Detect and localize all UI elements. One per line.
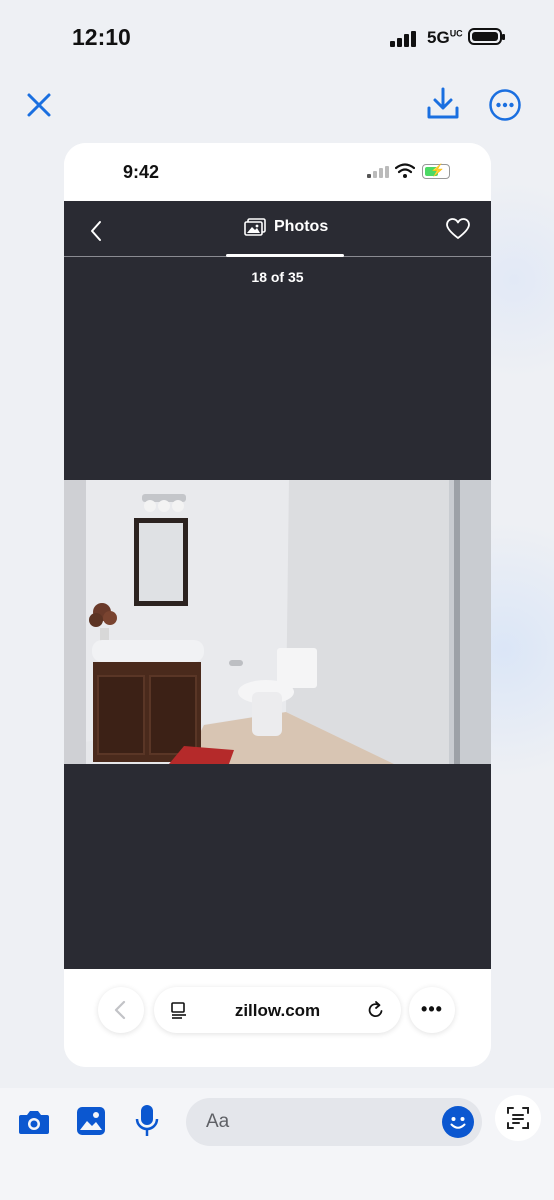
heart-icon[interactable]	[446, 218, 470, 240]
chevron-left-icon[interactable]	[88, 219, 104, 243]
browser-back-button[interactable]	[98, 987, 144, 1033]
more-icon[interactable]	[488, 88, 522, 122]
download-icon[interactable]	[424, 86, 462, 122]
tab-photos[interactable]: Photos	[244, 218, 328, 236]
gallery-icon[interactable]	[76, 1106, 106, 1136]
url-text: zillow.com	[234, 1001, 321, 1020]
reload-icon[interactable]	[366, 1000, 386, 1020]
signal-icon	[390, 31, 416, 47]
inner-status-time: 9:42	[123, 162, 160, 182]
network-label: 5GUC	[427, 28, 463, 47]
battery-icon	[468, 28, 505, 45]
status-bar: 12:10 5GUC	[0, 0, 554, 70]
active-tab-indicator	[226, 254, 344, 257]
browser-toolbar: zillow.com •••	[64, 969, 491, 1067]
photo-counter: 18 of 35	[251, 269, 304, 285]
message-placeholder: Aa	[206, 1111, 230, 1132]
scan-text-icon[interactable]	[494, 1094, 542, 1142]
listing-photo[interactable]	[64, 480, 491, 764]
wifi-icon	[395, 163, 415, 178]
status-time: 12:10	[72, 24, 131, 50]
inner-battery-icon: ⚡	[422, 163, 450, 179]
photo-viewer: Photos 18 of 35	[64, 201, 491, 969]
camera-icon[interactable]	[18, 1108, 50, 1136]
inner-signal-icon	[367, 166, 389, 178]
microphone-icon[interactable]	[135, 1104, 159, 1138]
ellipsis-icon: •••	[421, 999, 443, 1019]
close-icon[interactable]	[22, 88, 56, 122]
emoji-icon[interactable]	[442, 1106, 474, 1138]
message-input[interactable]: Aa	[186, 1098, 482, 1146]
message-composer: Aa	[0, 1088, 554, 1200]
chevron-left-icon	[114, 1000, 126, 1020]
inner-status-bar: 9:42 ⚡	[64, 143, 491, 201]
photos-icon	[244, 218, 266, 236]
address-bar[interactable]: zillow.com	[154, 987, 401, 1033]
shared-screenshot[interactable]: 9:42 ⚡ Photos 18 of 35 zillow.com •••	[64, 143, 491, 1067]
nav-title: Photos	[274, 218, 329, 235]
browser-more-button[interactable]: •••	[409, 987, 455, 1033]
